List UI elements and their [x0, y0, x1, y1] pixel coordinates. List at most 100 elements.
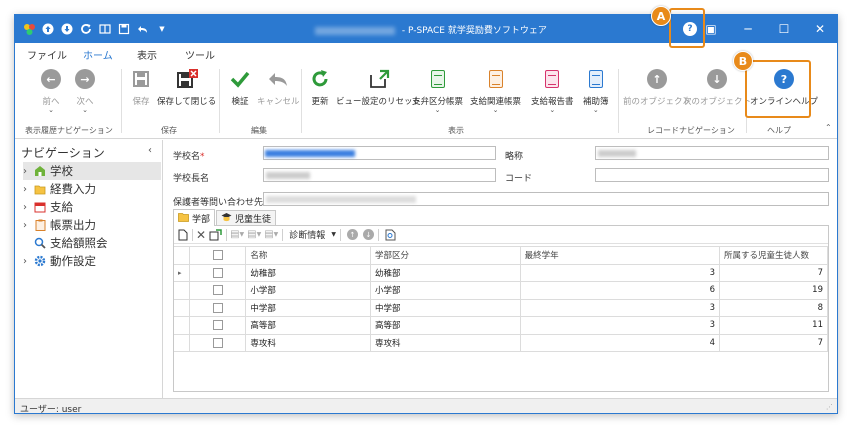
refresh-green-icon — [308, 67, 332, 91]
row-checkbox[interactable] — [212, 320, 223, 331]
delete-x-icon[interactable]: ✕ — [196, 227, 206, 243]
minimize-button[interactable]: ─ — [730, 15, 766, 43]
column-header-type[interactable]: 学部区分 — [370, 246, 521, 265]
collapse-nav-icon[interactable]: ‹ — [148, 145, 152, 156]
expand-chevron-icon[interactable]: › — [23, 184, 33, 195]
payment-related-forms-button[interactable]: 支給関連帳票 ⌄ — [470, 67, 521, 114]
payment-class-forms-button[interactable]: 支弁区分帳票 ⌄ — [412, 67, 463, 114]
expand-chevron-icon[interactable]: › — [23, 256, 33, 267]
nav-item-forms-output[interactable]: › 帳票出力 — [23, 216, 161, 234]
expand-chevron-icon[interactable]: › — [23, 220, 33, 231]
expand-chevron-icon[interactable]: › — [23, 202, 33, 213]
cell-type[interactable]: 小学部 — [370, 281, 521, 300]
cell-name[interactable]: 中学部 — [245, 298, 371, 317]
code-field[interactable] — [595, 168, 829, 182]
copy-icon[interactable]: ▤ ▼ — [230, 227, 244, 243]
nav-item-expense-input[interactable]: › 経費入力 — [23, 180, 161, 198]
row-checkbox-cell[interactable] — [189, 263, 247, 282]
upload-icon[interactable] — [40, 21, 56, 37]
cell-last-grade[interactable]: 6 — [519, 281, 721, 300]
move-up-icon[interactable]: ↑ — [346, 227, 358, 243]
maximize-button[interactable]: ☐ — [766, 15, 802, 43]
refresh-button[interactable]: 更新 — [308, 67, 332, 107]
principal-name-field[interactable] — [263, 168, 496, 182]
search-document-icon[interactable] — [385, 227, 396, 243]
nav-item-payment-inquiry[interactable]: 支給額照会 — [23, 234, 161, 252]
school-name-field[interactable] — [263, 146, 496, 160]
cell-last-grade[interactable]: 3 — [519, 316, 721, 335]
cell-name[interactable]: 幼稚部 — [245, 263, 371, 282]
save-layout-icon[interactable] — [116, 21, 132, 37]
table-row[interactable]: 専攻科 専攻科 4 7 — [174, 333, 828, 352]
row-checkbox[interactable] — [212, 285, 223, 296]
aux-ledger-button[interactable]: 補助簿 ⌄ — [583, 67, 609, 114]
cell-name[interactable]: 高等部 — [245, 316, 371, 335]
quick-access-dropdown-icon[interactable]: ▼ — [154, 21, 170, 37]
save-button[interactable]: 保存 — [129, 67, 153, 107]
column-header-name[interactable]: 名称 — [245, 246, 371, 265]
verify-button[interactable]: 検証 — [228, 67, 252, 107]
columns-icon[interactable] — [97, 21, 113, 37]
row-checkbox-cell[interactable] — [189, 281, 247, 300]
next-button[interactable]: → 次へ ⌄ — [73, 67, 97, 114]
column-header-student-count[interactable]: 所属する児童生徒人数 — [719, 246, 828, 265]
cell-last-grade[interactable]: 3 — [519, 298, 721, 317]
table-row[interactable]: 小学部 小学部 6 19 — [174, 281, 828, 300]
table-row[interactable]: 高等部 高等部 3 11 — [174, 316, 828, 335]
guardian-contact-field[interactable] — [263, 192, 829, 206]
clipboard-action-icon[interactable]: ▤ ▼ — [264, 227, 278, 243]
tab-students[interactable]: 児童生徒 — [216, 210, 277, 226]
diagnostics-button[interactable]: 診断情報 ▼ — [289, 227, 336, 243]
expand-chevron-icon[interactable]: › — [23, 166, 33, 177]
cell-student-count[interactable]: 8 — [719, 298, 828, 317]
refresh-icon[interactable] — [78, 21, 94, 37]
resize-grip-icon[interactable]: ⋰ — [826, 403, 833, 411]
cell-type[interactable]: 中学部 — [370, 298, 521, 317]
back-button[interactable]: ← 前へ ⌄ — [39, 67, 63, 114]
cell-type[interactable]: 幼稚部 — [370, 263, 521, 282]
row-checkbox[interactable] — [212, 267, 223, 278]
cell-student-count[interactable]: 11 — [719, 316, 828, 335]
cancel-button[interactable]: キャンセル — [257, 67, 300, 107]
select-all-checkbox[interactable] — [212, 250, 223, 261]
table-row[interactable]: ▸ 幼稚部 幼稚部 3 7 — [174, 263, 828, 282]
tab-tools[interactable]: ツール — [185, 47, 215, 62]
collapse-ribbon-icon[interactable]: ⌃ — [825, 123, 832, 132]
move-down-icon[interactable]: ↓ — [362, 227, 374, 243]
cell-name[interactable]: 専攻科 — [245, 333, 371, 352]
prev-object-button[interactable]: ↑ 前のオブジェクト — [623, 67, 691, 107]
row-checkbox[interactable] — [212, 337, 223, 348]
tab-view[interactable]: 表示 — [137, 47, 157, 62]
abbrev-field[interactable] — [595, 146, 829, 160]
tab-department[interactable]: 学部 — [173, 209, 216, 226]
cell-type[interactable]: 高等部 — [370, 316, 521, 335]
row-checkbox[interactable] — [212, 302, 223, 313]
cell-student-count[interactable]: 7 — [719, 333, 828, 352]
download-icon[interactable] — [59, 21, 75, 37]
next-object-button[interactable]: ↓ 次のオブジェクト — [683, 67, 751, 107]
nav-item-payment[interactable]: › 支給 — [23, 198, 161, 216]
link-record-icon[interactable] — [209, 227, 222, 243]
close-button[interactable]: ✕ — [802, 15, 837, 43]
row-checkbox-cell[interactable] — [189, 316, 247, 335]
nav-item-school[interactable]: › 学校 — [23, 162, 161, 180]
table-row[interactable]: 中学部 中学部 3 8 — [174, 298, 828, 317]
new-document-icon[interactable] — [178, 227, 188, 243]
save-and-close-button[interactable]: 保存して閉じる — [157, 67, 216, 107]
view-reset-button[interactable]: ビュー設定のリセット — [336, 67, 421, 107]
cell-student-count[interactable]: 7 — [719, 263, 828, 282]
undo-icon[interactable] — [135, 21, 151, 37]
row-checkbox-cell[interactable] — [189, 333, 247, 352]
paste-icon[interactable]: ▤ ▼ — [247, 227, 261, 243]
nav-item-settings[interactable]: › 動作設定 — [23, 252, 161, 270]
select-all-cell[interactable] — [189, 246, 247, 265]
row-checkbox-cell[interactable] — [189, 298, 247, 317]
cell-last-grade[interactable]: 3 — [519, 263, 721, 282]
cell-student-count[interactable]: 19 — [719, 281, 828, 300]
tab-file[interactable]: ファイル — [27, 47, 67, 62]
cell-type[interactable]: 専攻科 — [370, 333, 521, 352]
column-header-last-grade[interactable]: 最終学年 — [519, 246, 721, 265]
cell-name[interactable]: 小学部 — [245, 281, 371, 300]
payment-report-button[interactable]: 支給報告書 ⌄ — [531, 67, 574, 114]
cell-last-grade[interactable]: 4 — [519, 333, 721, 352]
